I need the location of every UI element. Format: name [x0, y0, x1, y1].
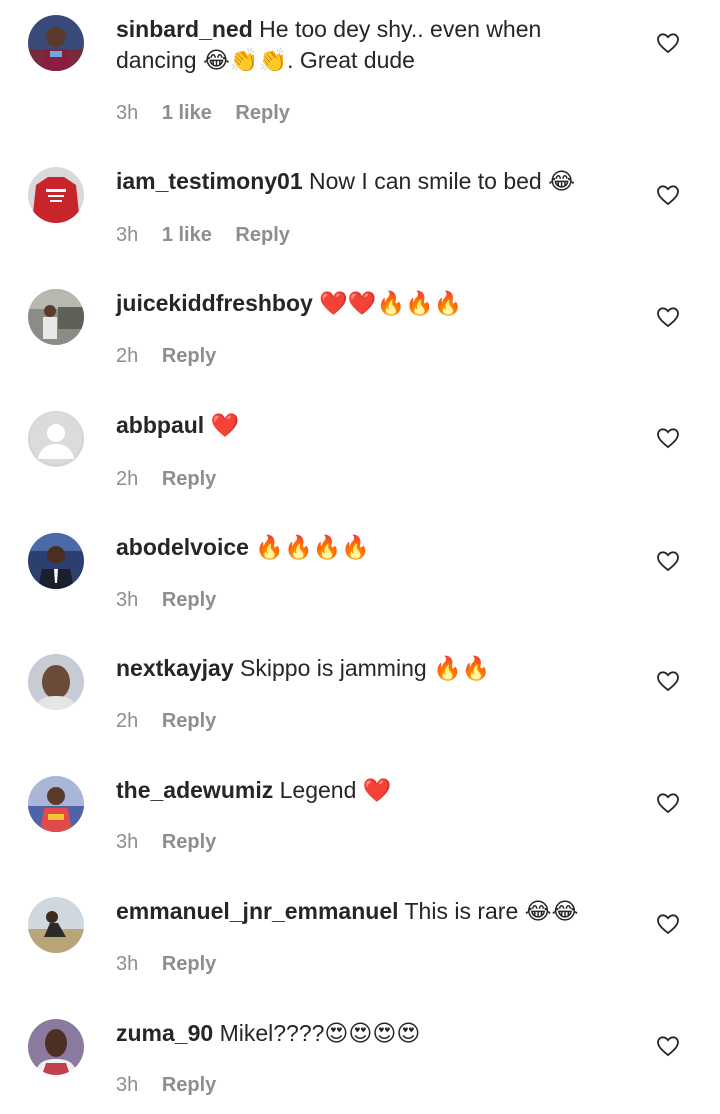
comment-username[interactable]: abbpaul: [116, 412, 204, 438]
comment-body: Skippo is jamming 🔥🔥: [240, 655, 491, 681]
comment-meta: 3h Reply: [116, 830, 234, 854]
like-heart-icon[interactable]: [656, 305, 680, 329]
comment-time: 2h: [116, 345, 139, 367]
comment-meta: 2h Reply: [116, 709, 234, 733]
avatar[interactable]: [28, 533, 84, 589]
like-heart-icon[interactable]: [656, 1034, 680, 1058]
comment-text: iam_testimony01 Now I can smile to bed 😂: [116, 166, 626, 197]
reply-button[interactable]: Reply: [235, 224, 289, 246]
comment-username[interactable]: juicekiddfreshboy: [116, 290, 313, 316]
comment-likes[interactable]: 1 like: [162, 102, 212, 124]
comment-item: iam_testimony01 Now I can smile to bed 😂…: [0, 152, 720, 262]
comment-body: ❤️: [210, 412, 240, 438]
default-avatar-icon: [28, 411, 84, 467]
comment-item: abbpaul ❤️ 2h Reply: [0, 396, 720, 506]
like-heart-icon[interactable]: [656, 426, 680, 450]
comment-username[interactable]: iam_testimony01: [116, 168, 303, 194]
comment-text: abodelvoice 🔥🔥🔥🔥: [116, 532, 626, 563]
like-heart-icon[interactable]: [656, 549, 680, 573]
avatar[interactable]: [28, 654, 84, 710]
avatar-photo-red-jersey: [28, 167, 84, 223]
comment-body: 🔥🔥🔥🔥: [255, 534, 370, 560]
avatar[interactable]: [28, 167, 84, 223]
comment-item: emmanuel_jnr_emmanuel This is rare 😂😂 3h…: [0, 882, 720, 992]
comment-text: juicekiddfreshboy ❤️❤️🔥🔥🔥: [116, 288, 626, 319]
avatar-photo-person: [28, 289, 84, 345]
comment-time: 2h: [116, 468, 139, 490]
comment-time: 3h: [116, 102, 139, 124]
comment-time: 3h: [116, 831, 139, 853]
avatar[interactable]: [28, 289, 84, 345]
like-heart-icon[interactable]: [656, 912, 680, 936]
avatar[interactable]: [28, 897, 84, 953]
comment-item: zuma_90 Mikel????😍😍😍😍 3h Reply: [0, 1004, 720, 1114]
comment-body: ❤️❤️🔥🔥🔥: [319, 290, 463, 316]
comment-username[interactable]: emmanuel_jnr_emmanuel: [116, 898, 399, 924]
reply-button[interactable]: Reply: [235, 102, 289, 124]
avatar[interactable]: [28, 1019, 84, 1075]
avatar-photo-suit: [28, 533, 84, 589]
comment-username[interactable]: zuma_90: [116, 1020, 213, 1046]
comment-text: nextkayjay Skippo is jamming 🔥🔥: [116, 653, 626, 684]
reply-button[interactable]: Reply: [162, 468, 216, 490]
comment-meta: 3h Reply: [116, 952, 234, 976]
comment-meta: 3h Reply: [116, 588, 234, 612]
avatar[interactable]: [28, 411, 84, 467]
reply-button[interactable]: Reply: [162, 831, 216, 853]
comment-meta: 3h Reply: [116, 1073, 234, 1097]
comment-username[interactable]: the_adewumiz: [116, 777, 273, 803]
comment-time: 2h: [116, 710, 139, 732]
comment-item: nextkayjay Skippo is jamming 🔥🔥 2h Reply: [0, 639, 720, 749]
comment-meta: 2h Reply: [116, 344, 234, 368]
like-heart-icon[interactable]: [656, 31, 680, 55]
comment-meta: 3h 1 like Reply: [116, 223, 308, 247]
comment-list: sinbard_ned He too dey shy.. even when d…: [0, 0, 720, 1107]
reply-button[interactable]: Reply: [162, 710, 216, 732]
comment-body: This is rare 😂😂: [404, 898, 579, 924]
comment-body: Legend ❤️: [279, 777, 392, 803]
reply-button[interactable]: Reply: [162, 345, 216, 367]
reply-button[interactable]: Reply: [162, 589, 216, 611]
like-heart-icon[interactable]: [656, 669, 680, 693]
comment-body: Mikel????😍😍😍😍: [219, 1020, 421, 1046]
comment-time: 3h: [116, 224, 139, 246]
comment-body: Now I can smile to bed 😂: [309, 168, 575, 194]
avatar-photo-face: [28, 654, 84, 710]
comment-item: abodelvoice 🔥🔥🔥🔥 3h Reply: [0, 518, 720, 628]
avatar[interactable]: [28, 776, 84, 832]
comment-time: 3h: [116, 589, 139, 611]
reply-button[interactable]: Reply: [162, 1074, 216, 1096]
comment-text: emmanuel_jnr_emmanuel This is rare 😂😂: [116, 896, 626, 927]
comment-item: the_adewumiz Legend ❤️ 3h Reply: [0, 761, 720, 871]
comment-time: 3h: [116, 1074, 139, 1096]
comment-item: juicekiddfreshboy ❤️❤️🔥🔥🔥 2h Reply: [0, 274, 720, 384]
comment-username[interactable]: nextkayjay: [116, 655, 234, 681]
comment-meta: 3h 1 like Reply: [116, 101, 308, 125]
avatar-photo-colorful: [28, 776, 84, 832]
like-heart-icon[interactable]: [656, 791, 680, 815]
comment-text: zuma_90 Mikel????😍😍😍😍: [116, 1018, 626, 1049]
comment-likes[interactable]: 1 like: [162, 224, 212, 246]
avatar-photo-portrait: [28, 1019, 84, 1075]
comment-meta: 2h Reply: [116, 467, 234, 491]
avatar-photo-outdoor: [28, 897, 84, 953]
comment-text: the_adewumiz Legend ❤️: [116, 775, 626, 806]
comment-item: sinbard_ned He too dey shy.. even when d…: [0, 0, 720, 124]
comment-username[interactable]: sinbard_ned: [116, 16, 253, 42]
avatar[interactable]: [28, 15, 84, 71]
like-heart-icon[interactable]: [656, 183, 680, 207]
avatar-photo-jersey: [28, 15, 84, 71]
comment-username[interactable]: abodelvoice: [116, 534, 249, 560]
comment-text: sinbard_ned He too dey shy.. even when d…: [116, 14, 626, 76]
comment-time: 3h: [116, 953, 139, 975]
comment-text: abbpaul ❤️: [116, 410, 626, 441]
reply-button[interactable]: Reply: [162, 953, 216, 975]
